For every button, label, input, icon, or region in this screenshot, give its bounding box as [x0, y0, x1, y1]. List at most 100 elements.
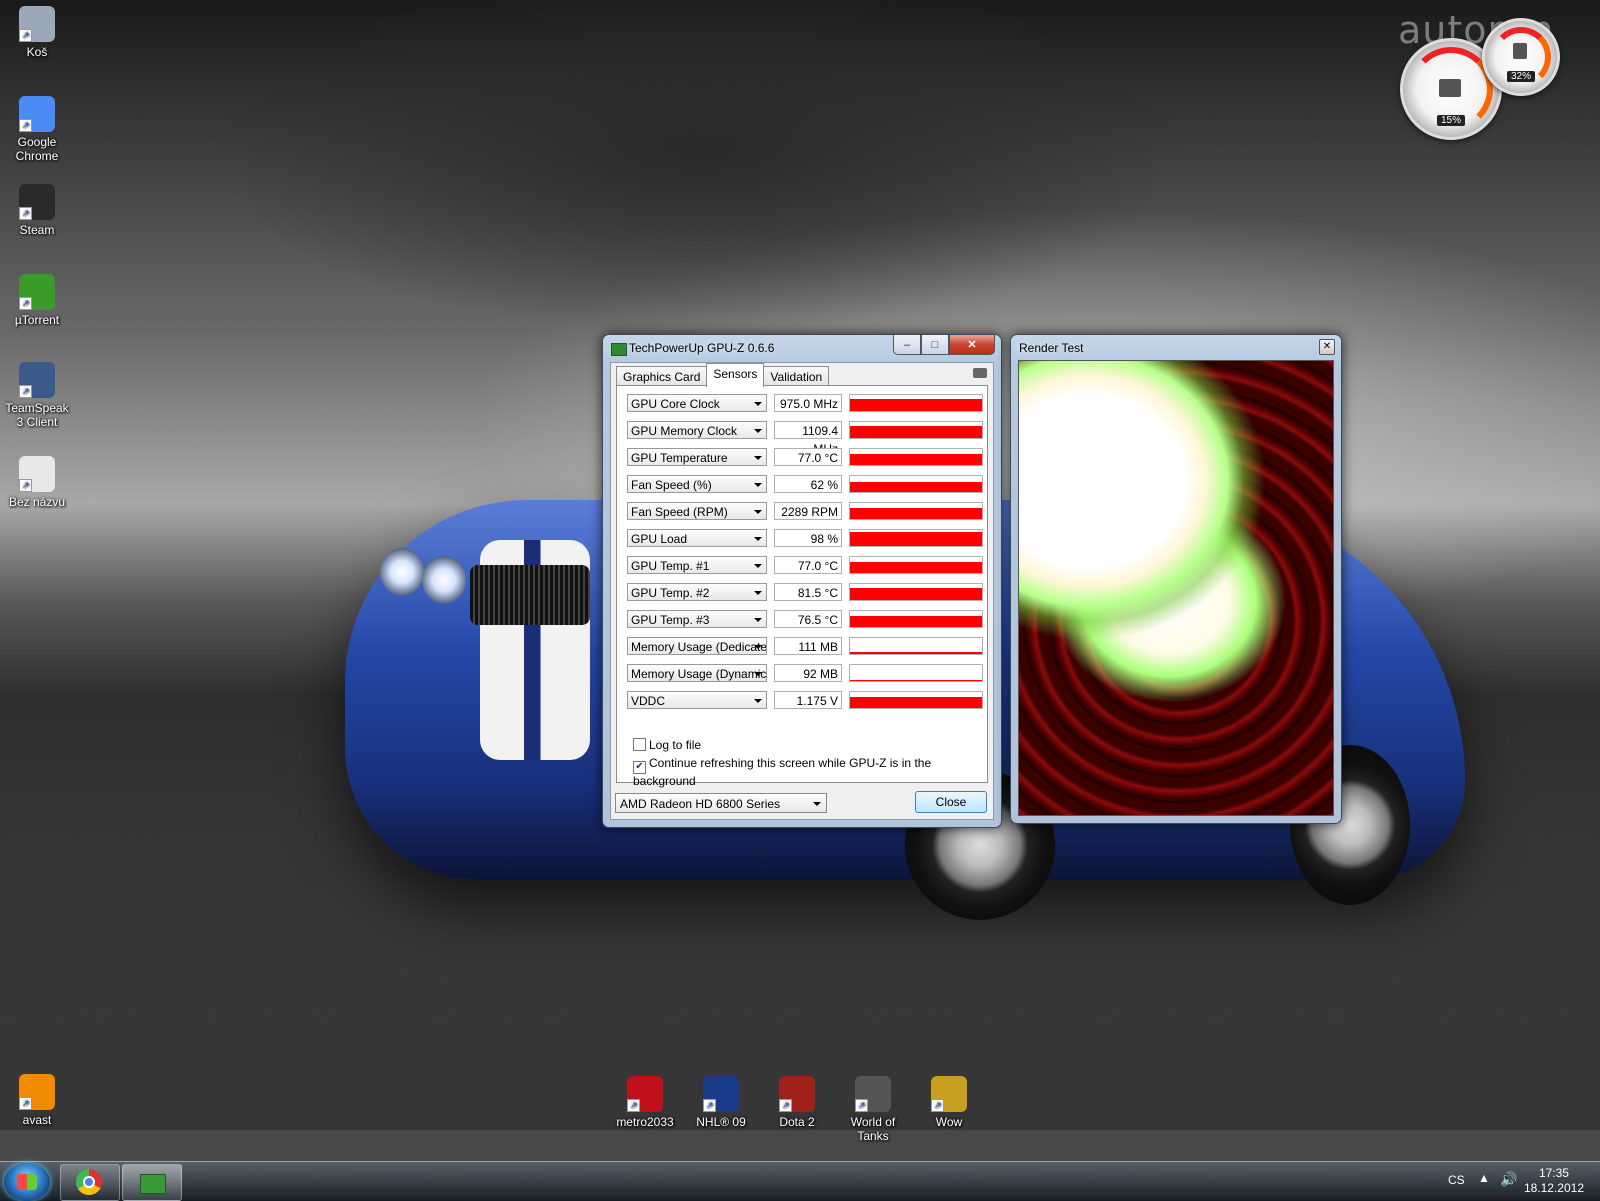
sensor-name-dropdown[interactable]: GPU Temperature	[627, 448, 767, 466]
gpuz-app-icon	[611, 343, 627, 356]
chevron-down-icon	[754, 618, 762, 622]
desktop-shortcut[interactable]: ↗ µTorrent	[1, 274, 73, 327]
sensor-name-dropdown[interactable]: GPU Load	[627, 529, 767, 547]
show-hidden-icons-button[interactable]: ▲	[1478, 1171, 1490, 1185]
render-canvas	[1018, 360, 1334, 816]
volume-button[interactable]: 🔊	[1500, 1171, 1517, 1188]
sensor-row: GPU Temperature 77.0 °C	[627, 448, 983, 468]
sensor-graph	[849, 583, 983, 601]
close-window-button[interactable]: ✕	[949, 335, 995, 355]
sensor-name-dropdown[interactable]: Memory Usage (Dynamic)	[627, 664, 767, 682]
minimize-button[interactable]: –	[893, 335, 921, 355]
nhl-icon: ↗	[703, 1076, 739, 1112]
sensor-row: Memory Usage (Dynamic) 92 MB	[627, 664, 983, 684]
screenshot-camera-icon[interactable]	[973, 368, 987, 378]
sensor-name-dropdown[interactable]: Fan Speed (%)	[627, 475, 767, 493]
sensor-value: 77.0 °C	[774, 556, 842, 574]
sensor-row: VDDC 1.175 V	[627, 691, 983, 711]
sensor-graph	[849, 394, 983, 412]
caption-buttons: – □ ✕	[893, 335, 995, 355]
log-to-file-label: Log to file	[649, 738, 702, 752]
window-title: TechPowerUp GPU-Z 0.6.6	[629, 341, 775, 355]
taskbar-chrome-button[interactable]	[60, 1164, 120, 1201]
sensor-row: GPU Load 98 %	[627, 529, 983, 549]
sensor-name: GPU Temp. #1	[631, 559, 710, 573]
desktop-shortcut[interactable]: ↗ TeamSpeak 3 Client	[1, 362, 73, 429]
sensor-graph-fill	[850, 652, 982, 654]
desktop-shortcut[interactable]: ↗ Steam	[1, 184, 73, 237]
language-indicator[interactable]: CS	[1448, 1173, 1465, 1187]
ram-gauge-gadget[interactable]: 32%	[1482, 18, 1560, 96]
desktop-shortcut-label: World of Tanks	[850, 1115, 896, 1143]
tab-sensors[interactable]: Sensors	[706, 363, 765, 387]
wow-icon: ↗	[931, 1076, 967, 1112]
chevron-down-icon	[754, 429, 762, 433]
sensor-value: 1.175 V	[774, 691, 842, 709]
metro-icon: ↗	[627, 1076, 663, 1112]
close-button[interactable]: Close	[915, 791, 987, 813]
clock[interactable]: 17:35 18.12.2012	[1524, 1166, 1584, 1196]
sensor-name-dropdown[interactable]: GPU Core Clock	[627, 394, 767, 412]
gpu-device-value: AMD Radeon HD 6800 Series	[620, 797, 781, 811]
sensor-name-dropdown[interactable]: VDDC	[627, 691, 767, 709]
sensor-row: Fan Speed (%) 62 %	[627, 475, 983, 495]
desktop-shortcut[interactable]: ↗ Wow	[913, 1076, 985, 1129]
desktop-shortcut[interactable]: ↗ World of Tanks	[837, 1076, 909, 1143]
utorrent-icon: ↗	[19, 274, 55, 310]
sensor-name: GPU Temperature	[631, 451, 728, 465]
render-close-button[interactable]: ✕	[1319, 339, 1335, 355]
desktop-shortcut-label: Wow	[935, 1115, 963, 1129]
desktop-shortcut[interactable]: ↗ metro2033	[609, 1076, 681, 1129]
ram-percent: 32%	[1507, 71, 1536, 82]
sensor-value: 2289 RPM	[774, 502, 842, 520]
sensor-graph	[849, 529, 983, 547]
desktop-shortcut[interactable]: ↗ Google Chrome	[1, 96, 73, 163]
sensor-name-dropdown[interactable]: GPU Temp. #2	[627, 583, 767, 601]
desktop-shortcut[interactable]: ↗ avast	[1, 1074, 73, 1127]
checkbox-box[interactable]: ✔	[633, 761, 646, 774]
taskbar-gpuz-button[interactable]	[122, 1164, 182, 1201]
start-button[interactable]	[4, 1163, 50, 1201]
shortcut-arrow-icon: ↗	[19, 207, 32, 220]
maximize-button[interactable]: □	[921, 335, 949, 355]
checkbox-box[interactable]	[633, 738, 646, 751]
desktop-shortcut[interactable]: ↗ NHL® 09	[685, 1076, 757, 1129]
sensors-panel: Log to file ✔ Continue refreshing this sc…	[616, 385, 988, 788]
gpu-device-select[interactable]: AMD Radeon HD 6800 Series	[615, 793, 827, 813]
sensor-name: GPU Temp. #3	[631, 613, 710, 627]
sensor-graph-fill	[850, 696, 982, 708]
tab-graphics-card[interactable]: Graphics Card	[616, 366, 708, 387]
shortcut-arrow-icon: ↗	[931, 1099, 944, 1112]
sensor-name-dropdown[interactable]: GPU Temp. #3	[627, 610, 767, 628]
desktop-shortcut-label: TeamSpeak 3 Client	[5, 401, 69, 429]
desktop-shortcut[interactable]: ↗ Koš	[1, 6, 73, 59]
sensor-name: GPU Core Clock	[631, 397, 720, 411]
sensor-name-dropdown[interactable]: GPU Temp. #1	[627, 556, 767, 574]
sensor-value: 62 %	[774, 475, 842, 493]
cpu-chip-icon	[1439, 79, 1461, 97]
continue-refresh-checkbox[interactable]: ✔ Continue refreshing this screen while G…	[633, 756, 987, 788]
teamspeak-icon: ↗	[19, 362, 55, 398]
desktop-shortcut-label: Bez názvu	[8, 495, 66, 509]
gpuz-window[interactable]: TechPowerUp GPU-Z 0.6.6 – □ ✕ Graphics C…	[602, 334, 1002, 828]
desktop-shortcut[interactable]: ↗ Dota 2	[761, 1076, 833, 1129]
chrome-icon	[76, 1169, 102, 1195]
sensor-graph	[849, 475, 983, 493]
chevron-down-icon	[754, 591, 762, 595]
shortcut-arrow-icon: ↗	[703, 1099, 716, 1112]
tab-validation[interactable]: Validation	[763, 366, 830, 387]
sensor-name-dropdown[interactable]: Memory Usage (Dedicated)	[627, 637, 767, 655]
sensor-name: GPU Load	[631, 532, 688, 546]
sensor-graph-fill	[850, 426, 982, 438]
desktop-shortcut[interactable]: ↗ Bez názvu	[1, 456, 73, 509]
chevron-down-icon	[754, 483, 762, 487]
sensor-name-dropdown[interactable]: GPU Memory Clock	[627, 421, 767, 439]
render-test-window[interactable]: Render Test ✕	[1010, 334, 1342, 824]
sensor-graph	[849, 637, 983, 655]
gpuz-icon	[140, 1174, 166, 1194]
windows-logo-icon	[17, 1174, 37, 1190]
log-to-file-checkbox[interactable]: Log to file	[633, 738, 701, 752]
sensor-name: Fan Speed (RPM)	[631, 505, 728, 519]
wallpaper-car-grille	[470, 565, 590, 625]
sensor-name-dropdown[interactable]: Fan Speed (RPM)	[627, 502, 767, 520]
